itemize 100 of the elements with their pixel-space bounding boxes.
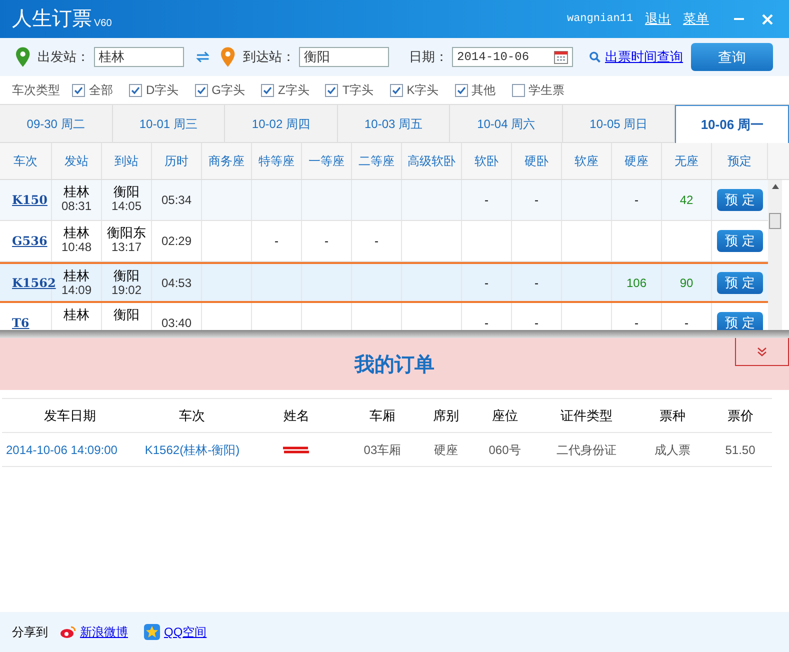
train-row[interactable]: G536 桂林 10:48 衡阳东 13:17 02:29 - - - 预 定 — [0, 221, 768, 262]
seat-availability: 42 — [680, 192, 694, 209]
train-row[interactable]: K150 桂林 08:31 衡阳 14:05 05:34 - - - 42 预 定 — [0, 180, 768, 221]
date-field[interactable]: 2014-10-06 — [452, 47, 574, 67]
checkbox[interactable] — [454, 84, 468, 96]
column-header: 证件类型 — [559, 406, 614, 425]
seat-availability: - — [484, 192, 488, 209]
column-header: 历时 — [152, 143, 202, 179]
time-text: 14:09 — [61, 283, 92, 298]
checkbox[interactable] — [325, 84, 338, 96]
column-header: 席别 — [432, 406, 460, 425]
column-header: 发站 — [52, 143, 102, 179]
column-header: 车次 — [0, 143, 52, 179]
time-text: 10:48 — [61, 240, 92, 255]
duration-text: 02:29 — [161, 233, 192, 250]
column-header: 特等座 — [252, 143, 302, 179]
seat-availability: - — [534, 274, 538, 292]
order-cell: 060号 — [488, 442, 521, 456]
train-number-link[interactable]: K150 — [12, 191, 48, 209]
redaction-mark — [282, 444, 310, 454]
query-button[interactable]: 查询 — [691, 43, 774, 71]
book-button[interactable]: 预 定 — [717, 272, 763, 294]
column-header: 到站 — [102, 143, 152, 179]
column-header: 无座 — [662, 143, 712, 179]
checkbox[interactable] — [390, 84, 403, 96]
column-header: 硬卧 — [512, 143, 562, 179]
train-number-link[interactable]: G536 — [12, 232, 48, 250]
column-header: 车厢 — [368, 406, 396, 425]
scrollbar[interactable] — [768, 180, 782, 330]
column-header: 高级软卧 — [402, 143, 462, 179]
seat-availability: - — [534, 315, 538, 330]
checkbox[interactable] — [512, 84, 525, 96]
collapse-button[interactable] — [735, 338, 789, 366]
station-name: 衡阳 — [114, 268, 140, 283]
column-header: 二等座 — [352, 143, 402, 179]
column-header: 商务座 — [202, 143, 252, 179]
filter-label: K字头 — [406, 82, 439, 99]
train-number-link[interactable]: K1562 — [12, 274, 56, 292]
station-name: 桂林 — [64, 307, 90, 322]
duration-text: 03:40 — [161, 315, 192, 330]
seat-availability: - — [684, 315, 688, 330]
scroll-up-icon[interactable] — [772, 184, 778, 189]
order-cell: 硬座 — [434, 442, 458, 456]
filter-label: 学生票 — [528, 82, 565, 99]
seat-availability: 106 — [626, 274, 647, 292]
checkbox[interactable] — [261, 84, 274, 96]
star-icon — [144, 624, 160, 640]
splitter-bar[interactable] — [0, 330, 789, 338]
checkbox[interactable] — [129, 84, 142, 96]
from-label: 出发站： — [38, 48, 90, 66]
column-header: 姓名 — [282, 406, 310, 425]
ticket-time-link[interactable]: 出票时间查询 — [605, 47, 684, 67]
filter-label: G字头 — [212, 82, 246, 99]
filter-label: T字头 — [342, 82, 374, 99]
station-name: 衡阳 — [114, 307, 140, 322]
to-field[interactable]: 衡阳 — [299, 47, 390, 67]
book-button[interactable]: 预 定 — [717, 230, 763, 252]
duration-text: 05:34 — [161, 192, 192, 209]
train-type-label: 车次类型 — [12, 82, 60, 99]
book-button[interactable]: 预 定 — [717, 189, 763, 211]
close-icon — [762, 14, 772, 24]
filter-label: Z字头 — [278, 82, 310, 99]
station-name: 桂林 — [64, 184, 90, 199]
filter-label: 其他 — [472, 82, 496, 99]
order-cell: 51.50 — [725, 442, 756, 456]
checkbox[interactable] — [72, 84, 85, 96]
swap-icon[interactable] — [196, 51, 210, 63]
column-header: 硬座 — [612, 143, 662, 179]
station-name: 桂林 — [64, 225, 90, 240]
departure-date: 2014-10-06 14:09:00 — [5, 442, 118, 456]
column-header: 一等座 — [302, 143, 352, 179]
share-link[interactable]: 新浪微博 — [60, 623, 128, 641]
order-train: K1562(桂林-衡阳) — [144, 442, 240, 456]
date-tab[interactable]: 10-06 周一 — [675, 105, 789, 143]
from-field[interactable]: 桂林 — [94, 47, 184, 67]
seat-availability: - — [484, 315, 488, 330]
seat-availability: - — [634, 315, 638, 330]
seat-availability: - — [534, 192, 538, 209]
time-text: 13:17 — [111, 240, 142, 255]
column-header: 软卧 — [462, 143, 512, 179]
column-header: 车次 — [178, 406, 206, 425]
train-number-link[interactable]: T6 — [12, 314, 30, 330]
username: wangnian11 — [566, 12, 633, 27]
location-pin-icon — [16, 47, 30, 67]
calendar-icon[interactable] — [554, 50, 568, 64]
time-text: 08:31 — [61, 199, 92, 214]
book-button[interactable]: 预 定 — [717, 312, 763, 330]
seat-availability: - — [374, 233, 378, 250]
app-title: 人生订票 — [12, 7, 92, 32]
seat-availability: - — [274, 233, 278, 250]
order-cell: 03车厢 — [364, 442, 402, 456]
checkbox[interactable] — [194, 84, 208, 96]
column-header: 软座 — [562, 143, 612, 179]
scroll-thumb[interactable] — [769, 213, 781, 229]
time-text: 14:05 — [111, 199, 142, 214]
share-label: 分享到 — [12, 624, 48, 641]
share-link[interactable]: QQ空间 — [144, 623, 207, 641]
filter-label: 全部 — [89, 82, 113, 99]
column-header: 预定 — [712, 143, 768, 179]
column-header: 票价 — [726, 406, 754, 425]
